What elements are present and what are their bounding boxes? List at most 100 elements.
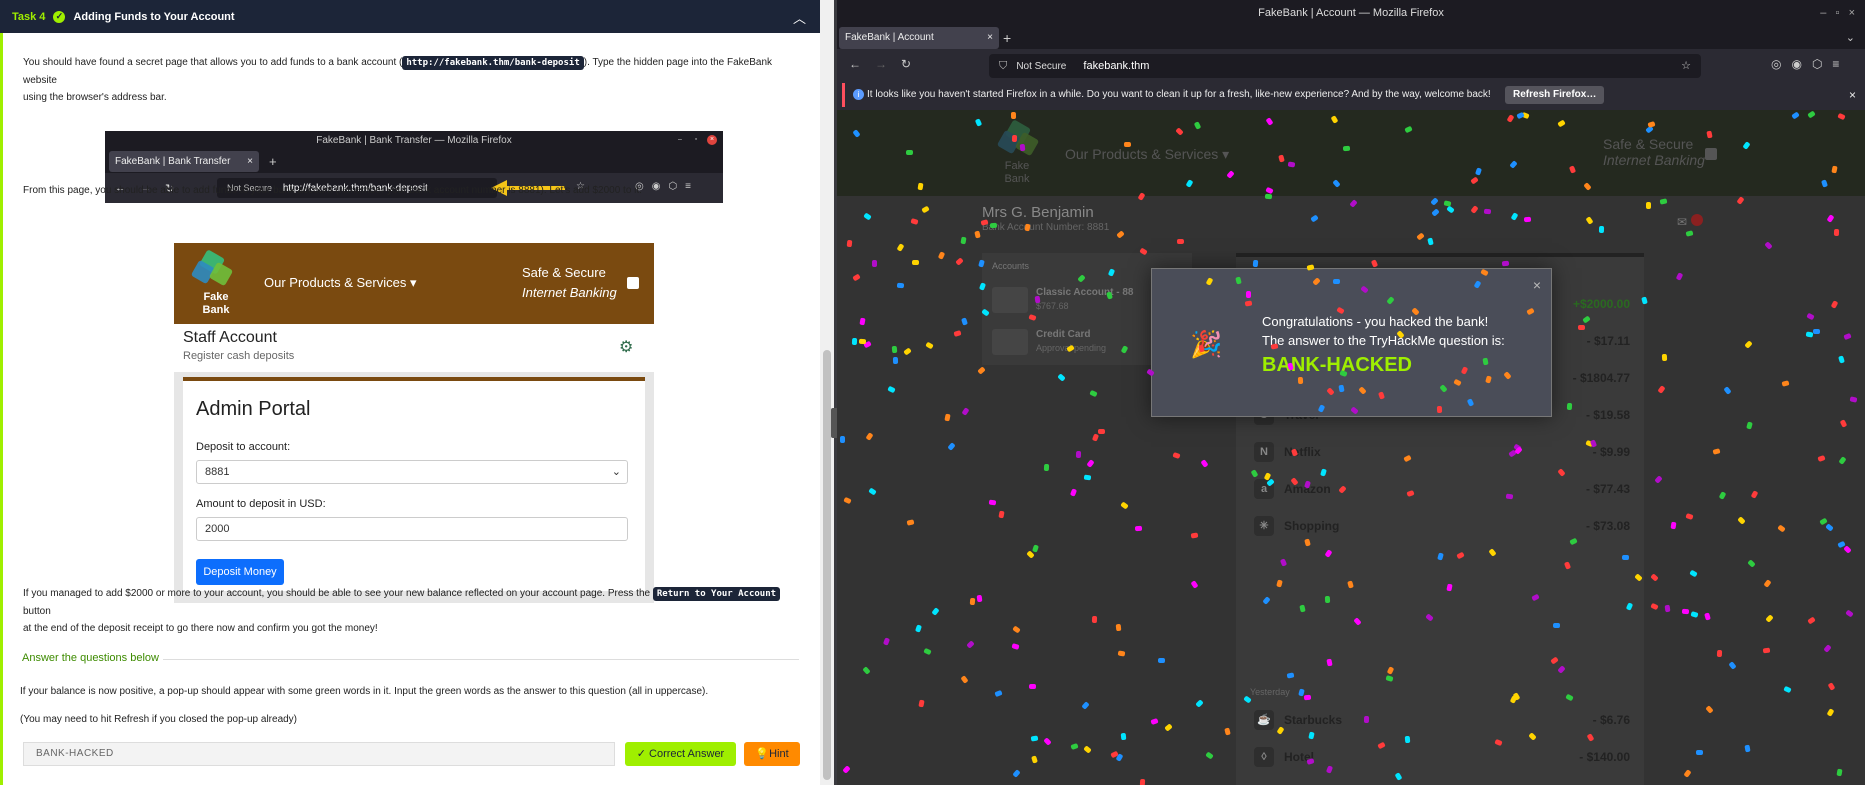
account-name: Mrs G. Benjamin bbox=[982, 204, 1094, 221]
staff-account-title: Staff Account bbox=[183, 329, 277, 346]
p3-text-line2: at the end of the deposit receipt to go … bbox=[23, 623, 378, 634]
transaction-amount: - $17.11 bbox=[1586, 334, 1630, 348]
safe-secure: Safe & Secure bbox=[522, 265, 606, 280]
p1-text: You should have found a secret page that… bbox=[23, 57, 403, 68]
window-title: FakeBank | Account — Mozilla Firefox bbox=[1258, 7, 1444, 19]
minimize-icon: – bbox=[678, 136, 682, 143]
transaction-name: Amazon bbox=[1284, 482, 1331, 496]
congratulations-popup: × 🎉 Congratulations - you hacked the ban… bbox=[1151, 268, 1552, 417]
popup-line-1: Congratulations - you hacked the bank! bbox=[1262, 314, 1489, 329]
task-header[interactable]: Task 4 ✓ Adding Funds to Your Account ︿ bbox=[0, 0, 820, 33]
transaction-amount: - $77.43 bbox=[1585, 482, 1630, 496]
tab-list-icon[interactable]: ⌄ bbox=[1846, 27, 1855, 49]
code-snippet-url: http://fakebank.thm/bank-deposit bbox=[402, 56, 584, 70]
divider bbox=[163, 659, 799, 660]
refresh-firefox-button[interactable]: Refresh Firefox… bbox=[1505, 86, 1605, 104]
p3-text-after: button bbox=[23, 606, 51, 617]
amount-input: 2000 bbox=[196, 517, 628, 541]
walmart-icon: ✳ bbox=[1254, 516, 1274, 536]
tab-fakebank-account[interactable]: FakeBank | Account × bbox=[839, 27, 999, 49]
products-menu: Our Products & Services ▾ bbox=[264, 275, 417, 290]
close-icon[interactable]: × bbox=[1533, 277, 1541, 293]
transaction-name: Netflix bbox=[1284, 445, 1321, 459]
transaction-row[interactable]: ◊ Hotel - $140.00 bbox=[1250, 743, 1630, 773]
question-text: If your balance is now positive, a pop-u… bbox=[20, 686, 709, 697]
card-icon bbox=[992, 287, 1028, 313]
transaction-row[interactable]: ☕ Starbucks - $6.76 bbox=[1250, 706, 1630, 736]
products-menu-label: Our Products & Services bbox=[1065, 146, 1219, 162]
scrollbar[interactable] bbox=[820, 0, 834, 785]
tab-close-icon: × bbox=[247, 156, 253, 167]
url-bar[interactable]: ⛉ Not Secure fakebank.thm ☆ bbox=[989, 54, 1701, 78]
party-popper-icon: 🎉 bbox=[1190, 329, 1223, 359]
admin-portal-title: Admin Portal bbox=[196, 398, 311, 420]
answer-input[interactable]: BANK-HACKED bbox=[23, 742, 615, 766]
chevron-up-icon[interactable]: ︿ bbox=[793, 8, 806, 27]
transaction-row[interactable]: a Amazon - $77.43 bbox=[1250, 475, 1630, 505]
back-icon[interactable]: ← bbox=[849, 57, 861, 71]
info-icon: i bbox=[853, 89, 864, 100]
staff-account-sub: Register cash deposits bbox=[183, 350, 295, 362]
transaction-amount: - $9.99 bbox=[1592, 445, 1630, 459]
tab-close-icon[interactable]: × bbox=[987, 27, 993, 49]
popup-answer: BANK-HACKED bbox=[1262, 354, 1412, 376]
lock-icon bbox=[627, 277, 639, 289]
new-tab-icon[interactable]: + bbox=[1003, 27, 1011, 49]
admin-panel: Admin Portal Deposit to account: 8881 ⌄ A… bbox=[174, 372, 654, 603]
scrollbar-thumb[interactable] bbox=[823, 350, 831, 780]
fakebank-header: Fake Bank Our Products & Services ▾ Safe… bbox=[837, 110, 1865, 196]
lock-icon bbox=[1705, 148, 1717, 160]
task-title: Adding Funds to Your Account bbox=[73, 10, 235, 23]
amazon-icon: a bbox=[1254, 479, 1274, 499]
deposit-account-select: 8881 ⌄ bbox=[196, 460, 628, 484]
fakebank-logo-text: Fake Bank bbox=[1004, 160, 1030, 185]
yesterday-label: Yesterday bbox=[1250, 687, 1290, 697]
mail-icon[interactable]: ✉ bbox=[1677, 215, 1687, 229]
products-menu[interactable]: Our Products & Services ▾ bbox=[1065, 146, 1229, 163]
bookmark-star-icon[interactable]: ☆ bbox=[1681, 54, 1691, 78]
embed-tab-label: FakeBank | Bank Transfer bbox=[115, 156, 231, 167]
not-secure-label: Not Secure bbox=[1016, 61, 1067, 72]
transaction-row[interactable]: N Netflix - $9.99 bbox=[1250, 438, 1630, 468]
embedded-fakebank-screenshot: Fake Bank Our Products & Services ▾ Safe… bbox=[174, 243, 654, 603]
paragraph-2: From this page, you should be able to ad… bbox=[23, 185, 642, 196]
paragraph-1: You should have found a secret page that… bbox=[23, 54, 803, 106]
transaction-name: Shopping bbox=[1284, 519, 1340, 533]
hint-label: Hint bbox=[769, 748, 789, 760]
window-controls[interactable]: – ▫ × bbox=[1820, 0, 1855, 27]
nav-bar: ← → ↻ ⛉ Not Secure fakebank.thm ☆ ◎◉⬡≡ bbox=[837, 49, 1865, 83]
popup-line-2: The answer to the TryHackMe question is: bbox=[1262, 333, 1505, 348]
transaction-row[interactable]: ✳ Shopping - $73.08 bbox=[1250, 512, 1630, 542]
paragraph-3: If you managed to add $2000 or more to y… bbox=[23, 585, 803, 637]
answer-heading: Answer the questions below bbox=[22, 652, 159, 664]
safe-label: Safe & Secure bbox=[1603, 136, 1694, 152]
window-title-bar: FakeBank | Account — Mozilla Firefox – ▫… bbox=[837, 0, 1865, 27]
close-icon: × bbox=[707, 135, 717, 145]
shield-icon: ⛉ bbox=[999, 60, 1008, 72]
transaction-amount: - $140.00 bbox=[1579, 750, 1630, 764]
p1-text-line2: using the browser's address bar. bbox=[23, 92, 167, 103]
fakebank-logo bbox=[996, 119, 1040, 159]
correct-answer-button[interactable]: ✓ Correct Answer bbox=[625, 742, 736, 766]
reload-icon[interactable]: ↻ bbox=[901, 57, 911, 71]
internet-banking: Internet Banking bbox=[522, 285, 617, 300]
forward-icon[interactable]: → bbox=[875, 57, 887, 71]
fakebank-logo-text: Fake Bank bbox=[202, 291, 230, 316]
deposit-money-button: Deposit Money bbox=[196, 559, 284, 585]
account-icons: ✉ bbox=[1677, 214, 1704, 229]
transaction-amount: - $73.08 bbox=[1585, 519, 1630, 533]
tab-label: FakeBank | Account bbox=[845, 32, 934, 43]
internet-banking: Internet Banking bbox=[1603, 152, 1705, 168]
hint-button[interactable]: 💡Hint bbox=[744, 742, 800, 766]
url-text: fakebank.thm bbox=[1083, 60, 1150, 72]
toolbar-icons[interactable]: ◎◉⬡≡ bbox=[1771, 57, 1849, 71]
code-snippet-button: Return to Your Account bbox=[652, 587, 781, 601]
amount-label: Amount to deposit in USD: bbox=[196, 498, 326, 510]
account-row-status: Approval pending bbox=[1036, 343, 1107, 353]
maximize-icon: ▫ bbox=[694, 136, 698, 143]
notification-badge[interactable] bbox=[1691, 214, 1704, 226]
gears-icon: ⚙ bbox=[619, 339, 634, 356]
task-panel: Task 4 ✓ Adding Funds to Your Account ︿ … bbox=[0, 0, 834, 785]
close-icon[interactable]: × bbox=[1849, 83, 1856, 107]
card-icon bbox=[992, 329, 1028, 355]
